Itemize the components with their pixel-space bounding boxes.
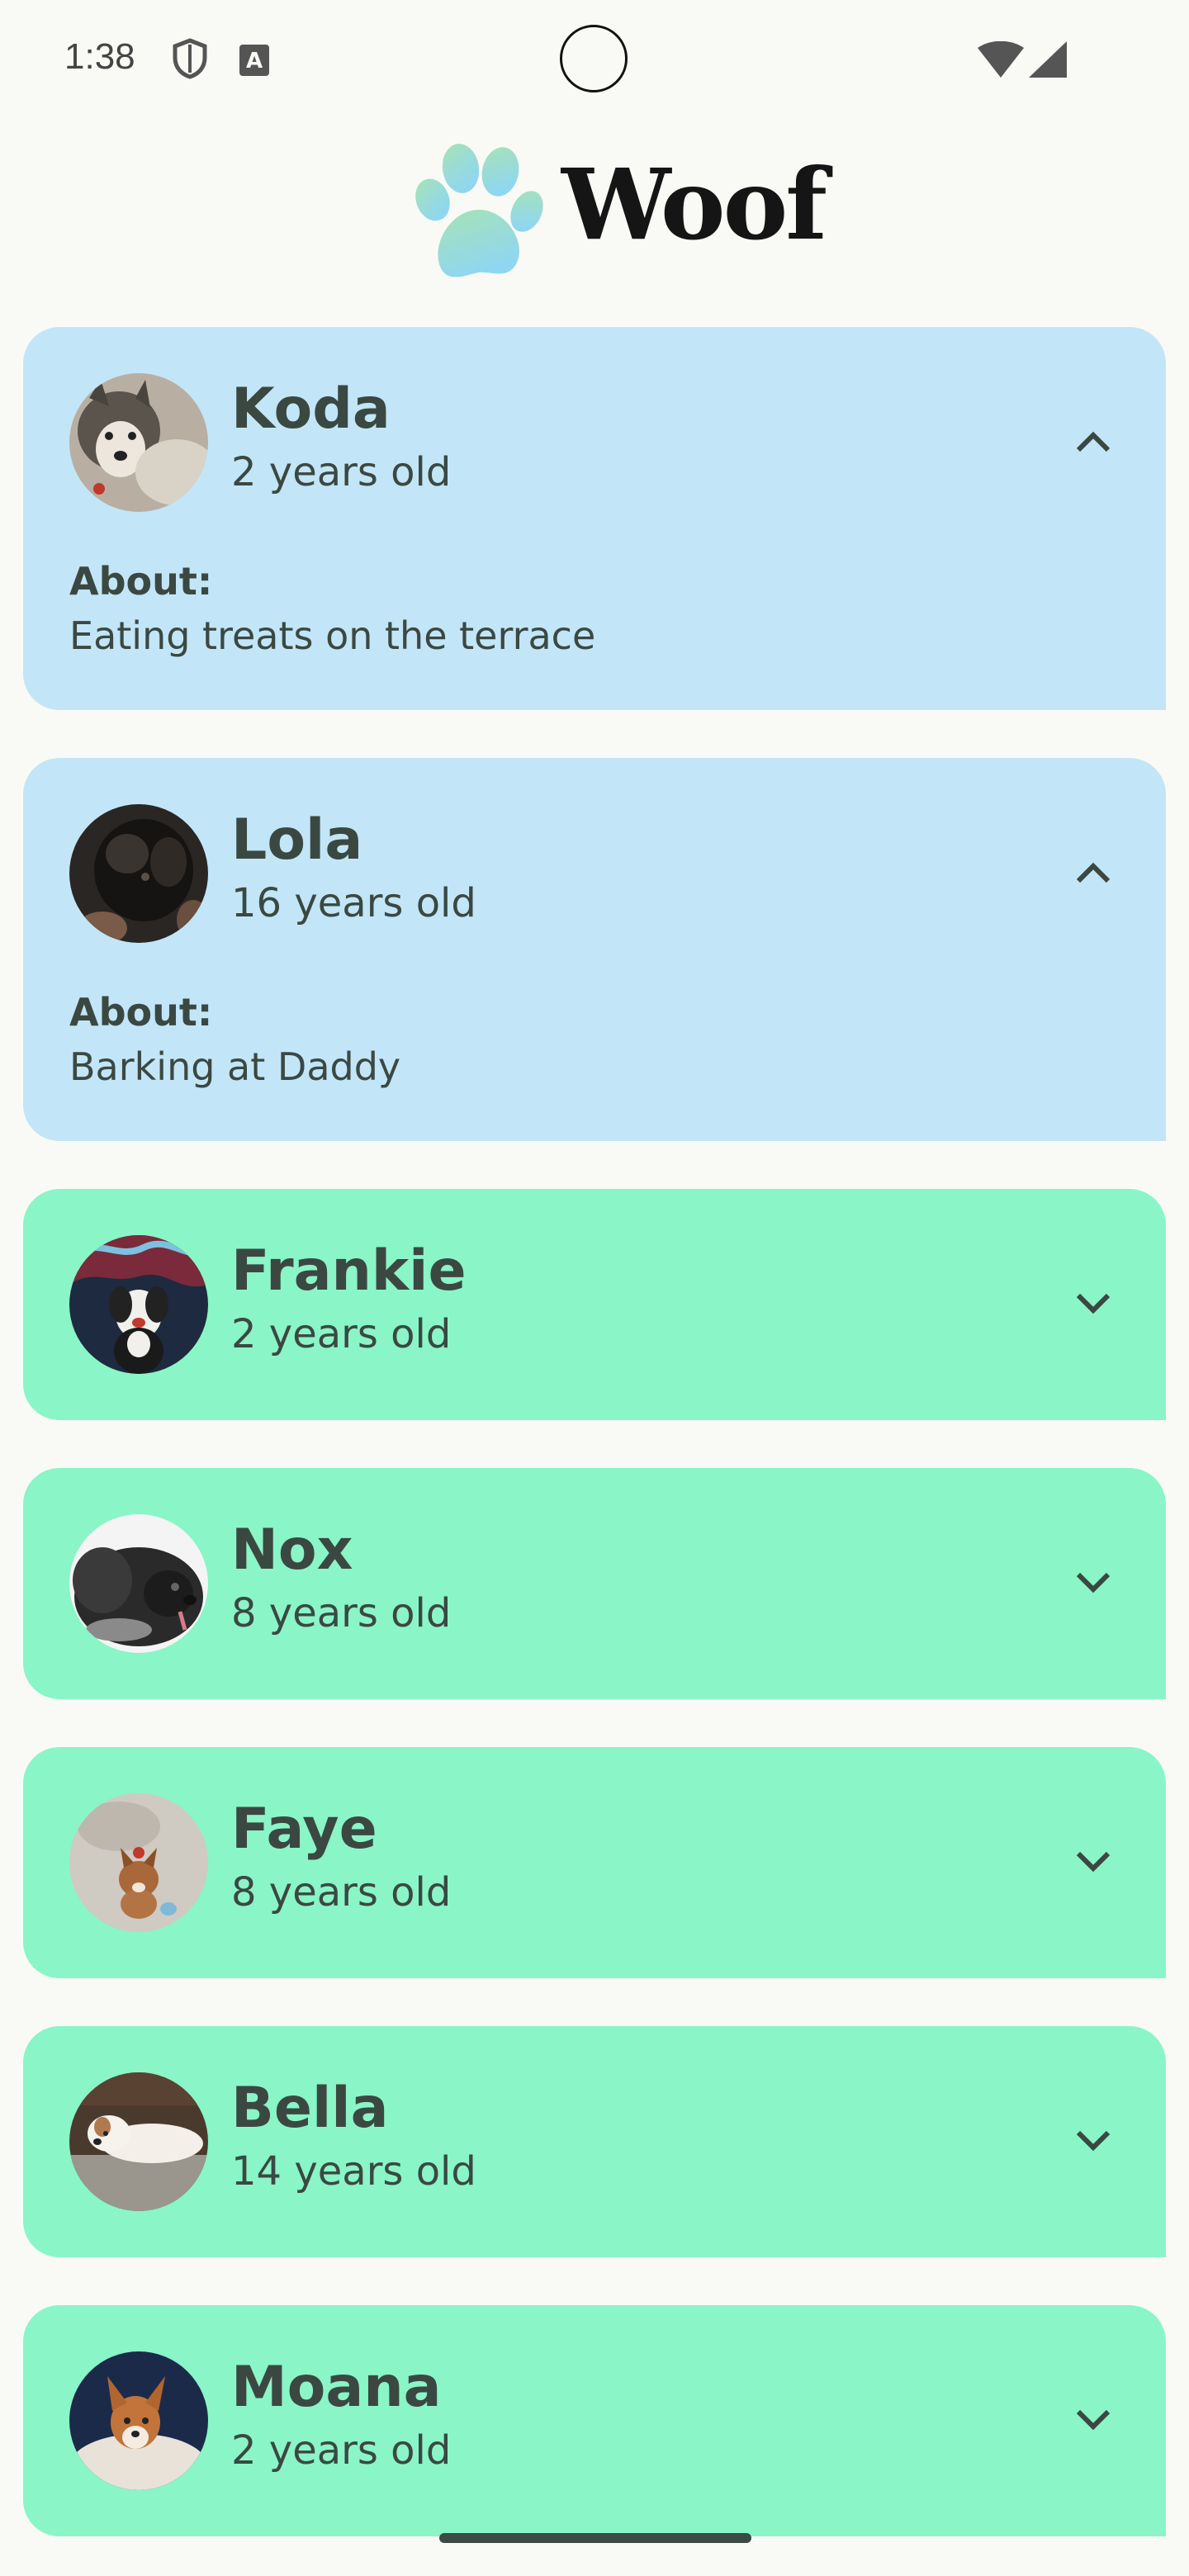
dog-list[interactable]: Koda 2 years old About: Eating treats on… <box>23 327 1166 2536</box>
dog-name: Koda <box>231 376 391 442</box>
shield-icon <box>172 38 208 83</box>
status-time: 1:38 <box>64 36 135 77</box>
dog-age: 2 years old <box>231 2427 452 2474</box>
top-app-bar: Woof <box>0 132 1189 297</box>
expand-button[interactable] <box>1044 1534 1143 1633</box>
status-bar: 1:38 A <box>0 0 1189 116</box>
paw-icon <box>403 140 543 289</box>
chevron-down-icon <box>1073 1290 1113 1319</box>
svg-text:A: A <box>246 49 263 73</box>
dog-avatar <box>69 804 208 943</box>
expand-button[interactable] <box>1044 2371 1143 2470</box>
chevron-down-icon <box>1073 1849 1113 1877</box>
dog-card-frankie: Frankie 2 years old <box>23 1189 1166 1420</box>
dog-card-nox: Nox 8 years old <box>23 1468 1166 1699</box>
about-label: About: <box>69 559 213 604</box>
dog-age: 2 years old <box>231 449 452 495</box>
dog-age: 14 years old <box>231 2148 476 2195</box>
dog-card-bella: Bella 14 years old <box>23 2026 1166 2257</box>
chevron-up-icon <box>1073 859 1113 888</box>
expand-button[interactable] <box>1044 2092 1143 2191</box>
camera-cutout <box>560 25 628 92</box>
accessibility-a-icon: A <box>239 45 269 79</box>
chevron-down-icon <box>1073 2128 1113 2156</box>
dog-age: 2 years old <box>231 1311 452 1357</box>
about-section: About: Barking at Daddy <box>23 989 1166 1141</box>
about-text: Eating treats on the terrace <box>69 613 596 658</box>
dog-avatar <box>69 1514 208 1653</box>
expand-button[interactable] <box>1044 1813 1143 1912</box>
home-indicator[interactable] <box>439 2533 751 2543</box>
dog-age: 16 years old <box>231 880 476 926</box>
collapse-button[interactable] <box>1044 393 1143 492</box>
about-label: About: <box>69 990 213 1035</box>
expand-button[interactable] <box>1044 1255 1143 1354</box>
about-section: About: Eating treats on the terrace <box>23 558 1166 710</box>
dog-name: Faye <box>231 1797 377 1862</box>
dog-name: Frankie <box>231 1238 467 1304</box>
dog-avatar <box>69 1235 208 1374</box>
dog-avatar <box>69 1793 208 1932</box>
chevron-up-icon <box>1073 429 1113 457</box>
collapse-button[interactable] <box>1044 824 1143 923</box>
dog-name: Bella <box>231 2076 389 2141</box>
wifi-icon <box>978 40 1024 81</box>
dog-name: Lola <box>231 807 363 873</box>
dog-name: Moana <box>231 2355 442 2420</box>
cellular-signal-icon <box>1029 41 1067 81</box>
dog-age: 8 years old <box>231 1590 452 1636</box>
dog-avatar <box>69 2072 208 2211</box>
about-text: Barking at Daddy <box>69 1044 401 1089</box>
chevron-down-icon <box>1073 1570 1113 1598</box>
dog-age: 8 years old <box>231 1869 452 1915</box>
dog-avatar <box>69 373 208 512</box>
dog-card-lola: Lola 16 years old About: Barking at Dadd… <box>23 758 1166 1141</box>
app-title: Woof <box>561 147 827 262</box>
dog-name: Nox <box>231 1518 353 1583</box>
dog-card-moana: Moana 2 years old <box>23 2305 1166 2536</box>
dog-avatar <box>69 2351 208 2490</box>
dog-card-koda: Koda 2 years old About: Eating treats on… <box>23 327 1166 710</box>
chevron-down-icon <box>1073 2407 1113 2435</box>
dog-card-faye: Faye 8 years old <box>23 1747 1166 1978</box>
